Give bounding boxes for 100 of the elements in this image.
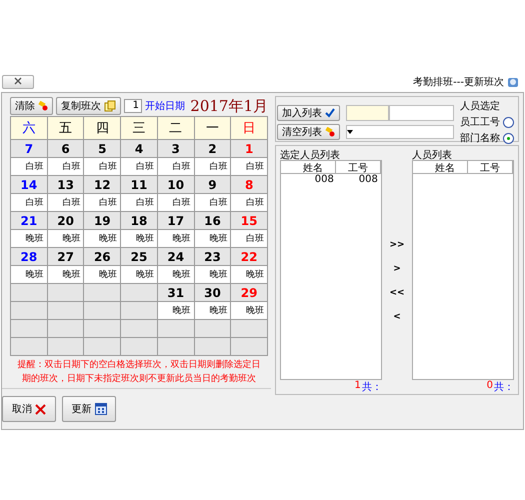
shift-cell[interactable]: 白班 <box>231 158 267 175</box>
weekday-header: 二 <box>158 117 194 139</box>
shift-cell[interactable]: 白班 <box>48 158 84 175</box>
date-cell[interactable]: 14 <box>11 176 47 193</box>
column-header[interactable]: 姓名 <box>290 161 336 173</box>
weekday-header: 日 <box>231 117 267 139</box>
date-cell[interactable]: 25 <box>121 248 157 265</box>
start-date-field[interactable]: 1 <box>124 99 142 113</box>
list-button[interactable]: 清空列表 <box>277 124 340 140</box>
dropdown[interactable] <box>346 125 454 139</box>
toolbar-button[interactable]: 复制班次 <box>56 97 121 115</box>
footer-button[interactable]: 更新 <box>62 396 116 422</box>
shift-cell[interactable]: 晚班 <box>194 302 230 319</box>
date-cell[interactable]: 6 <box>48 140 84 157</box>
shift-cell[interactable]: 白班 <box>158 158 194 175</box>
date-cell[interactable]: 17 <box>158 212 194 229</box>
shift-cell[interactable]: 白班 <box>121 158 157 175</box>
table-cell-text: 008 <box>314 174 335 185</box>
date-cell[interactable]: 16 <box>194 212 230 229</box>
list-title: 人员列表 <box>412 148 454 160</box>
weekday-header: 六 <box>11 117 47 139</box>
shift-cell[interactable]: 晚班 <box>48 266 84 283</box>
calendar-icon <box>94 403 106 415</box>
dropdown-arrow-icon <box>347 130 353 134</box>
shift-cell[interactable]: 晚班 <box>231 266 267 283</box>
shift-cell[interactable]: 白班 <box>194 194 230 211</box>
input-field[interactable] <box>346 105 389 121</box>
shift-cell[interactable]: 晚班 <box>231 302 267 319</box>
date-cell[interactable]: 18 <box>121 212 157 229</box>
shift-cell[interactable]: 晚班 <box>194 266 230 283</box>
list-title: 选定人员列表 <box>280 148 342 160</box>
date-cell[interactable]: 5 <box>84 140 120 157</box>
shift-cell[interactable]: 晚班 <box>84 230 120 247</box>
shift-cell[interactable]: 晚班 <box>121 230 157 247</box>
column-header[interactable]: 工号 <box>468 161 513 173</box>
date-cell[interactable]: 27 <box>48 248 84 265</box>
count-label: 共： <box>494 380 514 392</box>
shift-cell[interactable]: 白班 <box>121 194 157 211</box>
shift-cell[interactable]: 晚班 <box>11 230 47 247</box>
cross-icon <box>35 404 46 414</box>
documents-icon <box>104 100 116 112</box>
date-cell[interactable]: 2 <box>194 140 230 157</box>
shift-cell[interactable]: 白班 <box>84 194 120 211</box>
date-cell[interactable]: 21 <box>11 212 47 229</box>
radio-option[interactable]: 员工工号 <box>460 115 514 129</box>
date-cell[interactable]: 10 <box>158 176 194 193</box>
shift-cell[interactable]: 白班 <box>84 158 120 175</box>
date-cell[interactable]: 19 <box>84 212 120 229</box>
date-cell[interactable]: 4 <box>121 140 157 157</box>
column-header[interactable]: 工号 <box>336 161 381 173</box>
date-cell[interactable]: 9 <box>194 176 230 193</box>
date-cell[interactable]: 7 <box>11 140 47 157</box>
group-title: 人员选定 <box>460 100 501 113</box>
input-field[interactable] <box>389 105 454 121</box>
move-button[interactable]: << <box>389 288 405 298</box>
move-button[interactable]: < <box>393 312 401 322</box>
toolbar-button[interactable]: 清除 <box>10 97 53 115</box>
footer-button[interactable]: 取消 <box>2 396 56 422</box>
shift-cell[interactable]: 晚班 <box>48 230 84 247</box>
close-button[interactable] <box>2 75 34 89</box>
shift-cell[interactable]: 晚班 <box>194 230 230 247</box>
move-button[interactable]: > <box>393 264 401 274</box>
shift-cell[interactable]: 白班 <box>11 194 47 211</box>
date-cell[interactable]: 20 <box>48 212 84 229</box>
weekday-header: 一 <box>194 117 230 139</box>
count-value: 0 <box>486 380 493 392</box>
app-icon <box>507 76 519 88</box>
start-date-label: 开始日期 <box>145 100 185 113</box>
shift-cell[interactable]: 晚班 <box>84 266 120 283</box>
shift-cell[interactable]: 晚班 <box>158 302 194 319</box>
date-cell[interactable]: 30 <box>194 284 230 301</box>
move-button[interactable]: >> <box>389 240 405 250</box>
shift-cell[interactable]: 白班 <box>231 194 267 211</box>
close-icon <box>14 77 22 85</box>
table-cell-text: 008 <box>358 174 379 185</box>
weekday-header: 三 <box>121 117 157 139</box>
shift-cell[interactable]: 白班 <box>11 158 47 175</box>
date-cell[interactable]: 12 <box>84 176 120 193</box>
weekday-header: 四 <box>84 117 120 139</box>
shift-cell[interactable]: 白班 <box>231 230 267 247</box>
shift-cell[interactable]: 晚班 <box>158 266 194 283</box>
list-button[interactable]: 加入列表 <box>277 105 340 121</box>
shift-cell[interactable]: 晚班 <box>121 266 157 283</box>
eraser-icon <box>38 101 48 111</box>
date-cell[interactable]: 23 <box>194 248 230 265</box>
shift-cell[interactable]: 白班 <box>194 158 230 175</box>
shift-cell[interactable]: 晚班 <box>11 266 47 283</box>
shift-cell[interactable]: 白班 <box>48 194 84 211</box>
date-cell[interactable]: 24 <box>158 248 194 265</box>
date-cell[interactable]: 13 <box>48 176 84 193</box>
column-header[interactable]: 姓名 <box>423 161 468 173</box>
date-cell[interactable]: 26 <box>84 248 120 265</box>
date-cell[interactable]: 31 <box>158 284 194 301</box>
date-cell[interactable]: 28 <box>11 248 47 265</box>
radio-option[interactable]: 部门名称 <box>460 131 514 145</box>
shift-cell[interactable]: 白班 <box>158 194 194 211</box>
date-cell[interactable]: 11 <box>121 176 157 193</box>
shift-cell[interactable]: 晚班 <box>158 230 194 247</box>
eraser-icon <box>325 127 335 137</box>
date-cell[interactable]: 3 <box>158 140 194 157</box>
